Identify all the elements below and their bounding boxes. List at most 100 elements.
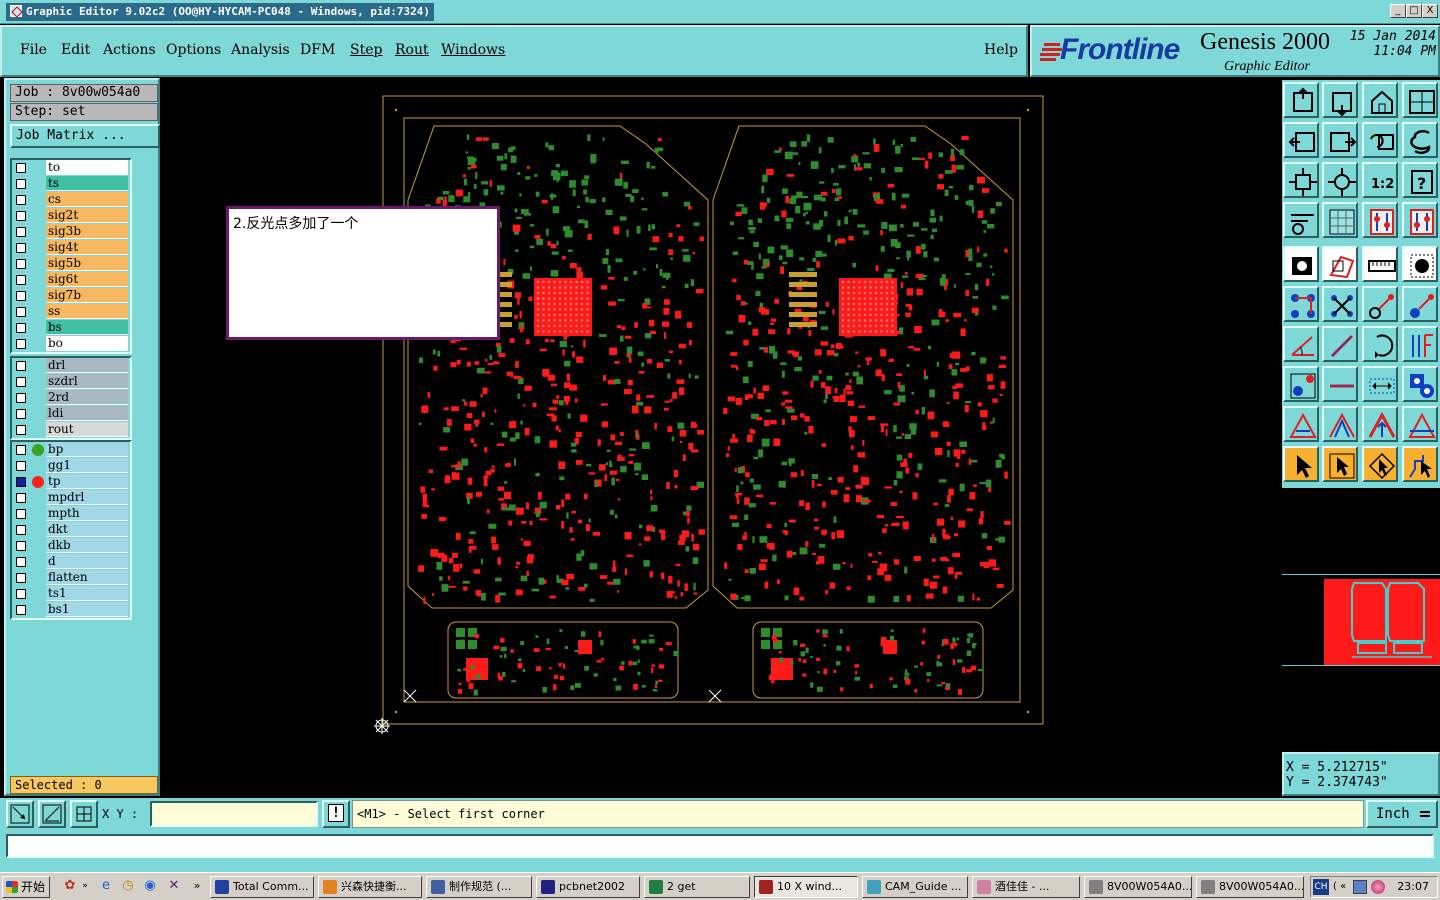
layer-name[interactable]: sig3b bbox=[46, 224, 128, 239]
triangle-arrow-button[interactable] bbox=[1362, 406, 1398, 442]
select-arrow-button[interactable] bbox=[1283, 446, 1319, 482]
connect-pads-button[interactable] bbox=[1283, 286, 1319, 322]
layer-name[interactable]: d bbox=[46, 554, 128, 569]
line-start-button[interactable] bbox=[1402, 286, 1438, 322]
layer-row-sig5b[interactable]: sig5b bbox=[12, 256, 130, 272]
menu-step[interactable]: Step bbox=[350, 42, 382, 58]
triangle-a-button[interactable] bbox=[1322, 406, 1358, 442]
layer-row-d[interactable]: d bbox=[12, 554, 130, 570]
fill-shape-button[interactable] bbox=[1283, 246, 1319, 282]
layer-checkbox[interactable] bbox=[16, 541, 26, 551]
menu-help[interactable]: Help bbox=[984, 42, 1018, 58]
layer-row-sig4t[interactable]: sig4t bbox=[12, 240, 130, 256]
layer-name[interactable]: 2rd bbox=[46, 390, 128, 405]
alert-button[interactable]: ! bbox=[322, 800, 350, 828]
taskbar-task[interactable]: pcbnet2002 bbox=[536, 876, 640, 898]
layer-checkbox[interactable] bbox=[16, 163, 26, 173]
arc-button[interactable] bbox=[1362, 326, 1398, 362]
triangle-base-button[interactable] bbox=[1402, 406, 1438, 442]
layer-checkbox[interactable] bbox=[16, 361, 26, 371]
taskbar-task[interactable]: 10 X wind... bbox=[754, 876, 858, 898]
zoom-center-button[interactable] bbox=[1322, 162, 1358, 198]
add-pad-button[interactable] bbox=[1283, 366, 1319, 402]
layer-name[interactable]: bp bbox=[46, 442, 128, 457]
layer-name[interactable]: dkb bbox=[46, 538, 128, 553]
layer-row-dkt[interactable]: dkt bbox=[12, 522, 130, 538]
layer-checkbox[interactable] bbox=[16, 409, 26, 419]
layer-row-dkb[interactable]: dkb bbox=[12, 538, 130, 554]
layer-row-mpdrl[interactable]: mpdrl bbox=[12, 490, 130, 506]
pan-left-button[interactable] bbox=[1283, 122, 1319, 158]
menu-windows[interactable]: Windows bbox=[441, 42, 505, 58]
layer-row-tp[interactable]: tp bbox=[12, 474, 130, 490]
x-app-icon[interactable]: ✕ bbox=[166, 878, 182, 894]
select-box-button[interactable] bbox=[1322, 446, 1358, 482]
menu-dfm[interactable]: DFM bbox=[300, 42, 335, 58]
layer-checkbox[interactable] bbox=[16, 445, 26, 455]
help-button[interactable]: ? bbox=[1402, 162, 1438, 198]
layer-row-bp[interactable]: bp bbox=[12, 442, 130, 458]
line-end-button[interactable] bbox=[1362, 286, 1398, 322]
layer-row-ts[interactable]: ts bbox=[12, 176, 130, 192]
layer-name[interactable]: sig7b bbox=[46, 288, 128, 303]
layer-name[interactable]: rout bbox=[46, 422, 128, 437]
layer-checkbox[interactable] bbox=[16, 493, 26, 503]
ruler-button[interactable] bbox=[1362, 246, 1398, 282]
layer-checkbox[interactable] bbox=[16, 323, 26, 333]
tray-collapse-icon[interactable]: ( « bbox=[1333, 877, 1346, 897]
mirror-button[interactable] bbox=[1402, 122, 1438, 158]
layer-name[interactable]: cs bbox=[46, 192, 128, 207]
layer-checkbox[interactable] bbox=[16, 243, 26, 253]
rotate-button[interactable] bbox=[1362, 122, 1398, 158]
layer-row-bo[interactable]: bo bbox=[12, 336, 130, 352]
layer-checkbox[interactable] bbox=[16, 589, 26, 599]
start-button[interactable]: 开始 bbox=[2, 876, 50, 898]
layer-checkbox[interactable] bbox=[16, 525, 26, 535]
quicklaunch-flower-icon[interactable]: ✿ bbox=[62, 878, 78, 894]
graphic-canvas[interactable] bbox=[162, 80, 1280, 796]
quicklaunch-more-icon[interactable]: » bbox=[80, 878, 90, 894]
diagonal-line-button[interactable] bbox=[1322, 326, 1358, 362]
taskbar-task[interactable]: 兴森快捷衡... bbox=[318, 876, 422, 898]
layer-row-ts1[interactable]: ts1 bbox=[12, 586, 130, 602]
layer-checkbox[interactable] bbox=[16, 307, 26, 317]
layer-checkbox[interactable] bbox=[16, 339, 26, 349]
layer-row-2rd[interactable]: 2rd bbox=[12, 390, 130, 406]
clock-icon[interactable]: ◷ bbox=[120, 878, 136, 894]
layer-name[interactable]: bs1 bbox=[46, 602, 128, 617]
layer-row-to[interactable]: to bbox=[12, 160, 130, 176]
taskbar-task[interactable]: Total Comm... bbox=[210, 876, 314, 898]
home-button[interactable] bbox=[1362, 82, 1398, 118]
menu-actions[interactable]: Actions bbox=[103, 42, 156, 58]
window-layout-button[interactable] bbox=[1402, 82, 1438, 118]
grid-button[interactable] bbox=[70, 800, 98, 828]
layer-checkbox[interactable] bbox=[16, 211, 26, 221]
layer-row-cs[interactable]: cs bbox=[12, 192, 130, 208]
layer-name[interactable]: ldi bbox=[46, 406, 128, 421]
layer-stack-right-button[interactable] bbox=[1402, 202, 1438, 238]
layer-name[interactable]: mpdrl bbox=[46, 490, 128, 505]
outline-shape-button[interactable] bbox=[1322, 246, 1358, 282]
grid-view-button[interactable] bbox=[1322, 202, 1358, 238]
minimize-button[interactable]: _ bbox=[1390, 4, 1406, 18]
layer-name[interactable]: ts1 bbox=[46, 586, 128, 601]
language-indicator[interactable]: CH bbox=[1313, 879, 1329, 895]
layer-name[interactable]: sig2t bbox=[46, 208, 128, 223]
layer-name[interactable]: to bbox=[46, 160, 128, 175]
pad-button[interactable] bbox=[1402, 246, 1438, 282]
layer-name[interactable]: ss bbox=[46, 304, 128, 319]
layer-row-sig7b[interactable]: sig7b bbox=[12, 288, 130, 304]
layer-checkbox[interactable] bbox=[16, 573, 26, 583]
layer-checkbox[interactable] bbox=[16, 259, 26, 269]
ie-icon[interactable]: e bbox=[98, 878, 114, 894]
layer-row-rout[interactable]: rout bbox=[12, 422, 130, 438]
layer-checkbox[interactable] bbox=[16, 477, 26, 487]
angle-line-button[interactable] bbox=[1283, 326, 1319, 362]
layer-stack-left-button[interactable] bbox=[1362, 202, 1398, 238]
cross-pads-button[interactable] bbox=[1322, 286, 1358, 322]
select-polygon-button[interactable] bbox=[1362, 446, 1398, 482]
pan-right-button[interactable] bbox=[1322, 122, 1358, 158]
snap-button[interactable] bbox=[6, 800, 34, 828]
layer-row-ldi[interactable]: ldi bbox=[12, 406, 130, 422]
taskbar-task[interactable]: 制作规范 (... bbox=[426, 876, 532, 898]
